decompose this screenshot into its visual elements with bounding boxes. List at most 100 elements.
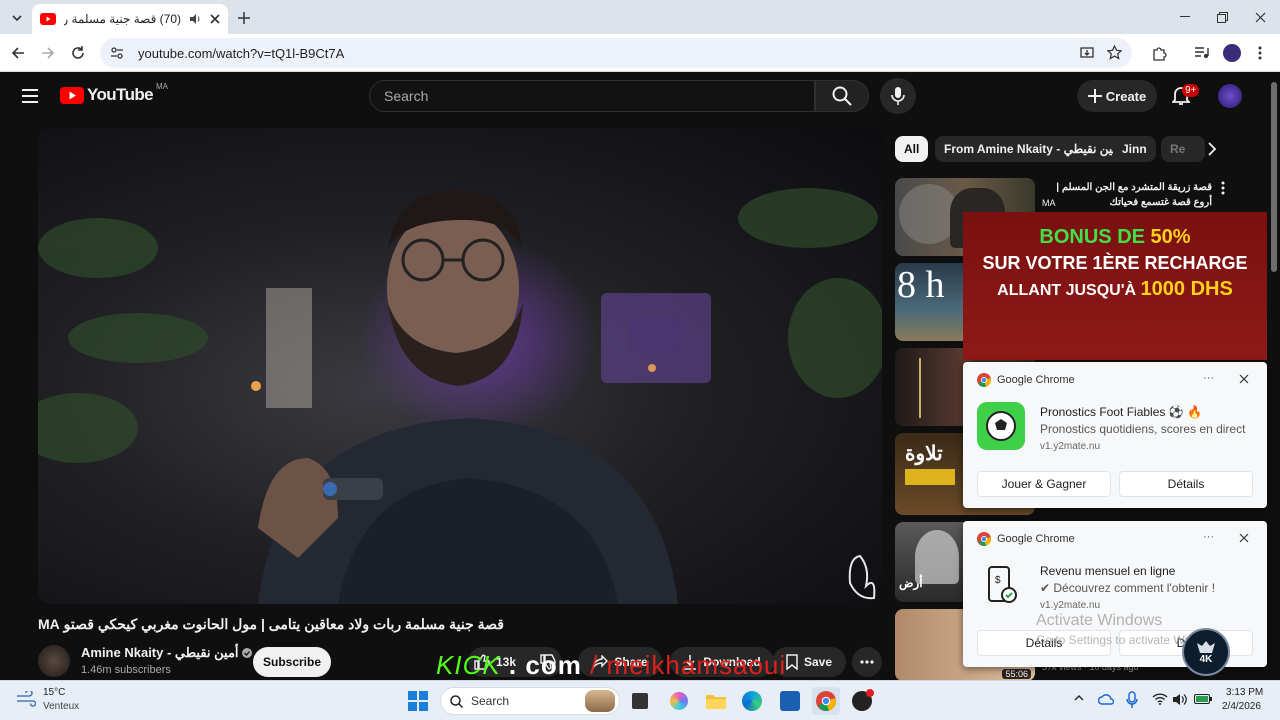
windows-start-icon[interactable] (408, 691, 428, 711)
account-avatar[interactable] (1218, 84, 1242, 108)
chrome-taskbar-button[interactable] (812, 687, 840, 715)
filter-chips: All From Amine Nkaity - أمين نقيطي Jinn … (895, 136, 1235, 164)
bookmark-icon (786, 654, 798, 670)
hamburger-menu-icon[interactable] (20, 86, 40, 106)
verified-icon (242, 648, 253, 658)
address-toolbar: youtube.com/watch?v=tQ1l-B9Ct7A (0, 34, 1280, 72)
browser-tab-strip: (70) قصة جنية مسلمة ربات (0, 0, 1280, 34)
microphone-tray-icon[interactable] (1126, 691, 1138, 709)
channel-avatar[interactable] (38, 645, 70, 677)
tab-title: (70) قصة جنية مسلمة ربات (64, 12, 181, 26)
maximize-icon[interactable] (1213, 8, 1231, 26)
back-arrow-icon[interactable] (8, 43, 28, 63)
close-tab-icon[interactable] (210, 14, 220, 24)
battery-icon[interactable] (1194, 694, 1212, 704)
volume-icon[interactable] (1172, 693, 1188, 706)
media-control-icon[interactable] (1192, 43, 1212, 63)
audio-playing-icon[interactable] (189, 13, 202, 25)
video-frame (38, 188, 882, 604)
browser-tab[interactable]: (70) قصة جنية مسلمة ربات (32, 4, 228, 34)
minimize-icon[interactable] (1176, 8, 1194, 26)
ad-line-3: ALLANT JUSQU'À 1000 DHS (963, 278, 1267, 301)
tab-search-chevron-icon[interactable] (6, 8, 28, 28)
weather-condition[interactable]: Venteux (43, 701, 79, 712)
notification-title: Revenu mensuel en ligne (1040, 564, 1176, 578)
subscribe-button[interactable]: Subscribe (253, 647, 331, 677)
more-actions-button[interactable] (852, 647, 882, 677)
scrollbar-thumb[interactable] (1271, 82, 1277, 272)
youtube-wordmark: YouTube (87, 85, 154, 104)
show-hidden-icons-chevron-icon[interactable] (1074, 695, 1084, 701)
taskbar-search-input[interactable]: Search (440, 687, 620, 715)
save-label: Save (803, 655, 833, 669)
search-button[interactable] (815, 80, 869, 112)
microphone-icon (891, 86, 905, 106)
wifi-icon[interactable] (1152, 693, 1168, 705)
related-video-title[interactable]: قصة زريقة المتشرد مع الجن المسلم | أروع … (1042, 180, 1212, 210)
store-icon[interactable] (780, 691, 800, 711)
chevron-right-icon[interactable] (1199, 136, 1225, 162)
omnibox[interactable]: youtube.com/watch?v=tQ1l-B9Ct7A (100, 38, 1132, 68)
chip-all[interactable]: All (895, 136, 929, 162)
extensions-icon[interactable] (1149, 43, 1169, 63)
ad-line-1: BONUS DE 50% (963, 226, 1267, 249)
app-notification-dot (866, 689, 874, 697)
clock-time[interactable]: 3:13 PM (1226, 687, 1263, 698)
reload-icon[interactable] (68, 43, 88, 63)
network-cloud-icon[interactable] (1098, 692, 1114, 706)
notification-close-icon[interactable] (1239, 533, 1249, 543)
region-code: MA (156, 81, 168, 91)
ad-line-1-text: BONUS DE (1039, 226, 1151, 248)
kick-dot-text: . com (508, 650, 582, 680)
more-horizontal-icon (860, 660, 874, 664)
related-thumb-text: 8 h (897, 264, 945, 306)
new-tab-icon[interactable] (234, 8, 254, 28)
ad-amount: 1000 DHS (1140, 278, 1233, 300)
notification-more-icon[interactable]: ··· (1203, 531, 1214, 543)
notification-source: v1.y2mate.nu (1040, 441, 1101, 452)
copilot-icon[interactable] (670, 692, 688, 710)
soccer-ball-icon (977, 402, 1025, 450)
site-info-icon[interactable] (110, 46, 124, 60)
ad-line-3-text: ALLANT JUSQU'À (997, 282, 1141, 299)
notification-app-name: Google Chrome (997, 374, 1075, 386)
voice-search-button[interactable] (880, 78, 916, 114)
forward-arrow-icon[interactable] (38, 43, 58, 63)
activate-windows-title: Activate Windows (1036, 612, 1163, 629)
search-input[interactable]: Search (369, 80, 815, 112)
chrome-menu-icon[interactable] (1252, 43, 1268, 63)
related-more-icon[interactable] (1216, 180, 1230, 196)
edge-browser-icon[interactable] (742, 691, 762, 711)
search-placeholder: Search (384, 88, 429, 104)
bookmark-star-icon[interactable] (1107, 45, 1122, 60)
page-scrollbar[interactable] (1268, 72, 1280, 680)
file-explorer-icon[interactable] (706, 693, 726, 709)
weather-temperature[interactable]: 15°C (43, 687, 65, 698)
notification-close-icon[interactable] (1239, 374, 1249, 384)
chip-from-channel[interactable]: From Amine Nkaity - أمين نقيطي (935, 136, 1132, 162)
channel-name[interactable]: Amine Nkaity - أمين نقيطي (81, 645, 253, 661)
task-view-icon[interactable] (632, 693, 648, 709)
notification-action-details[interactable]: Détails (1119, 471, 1253, 497)
video-player[interactable] (38, 128, 882, 604)
close-window-icon[interactable] (1251, 8, 1269, 26)
notification-more-icon[interactable]: ··· (1203, 372, 1214, 384)
youtube-logo[interactable]: YouTube MA (60, 81, 168, 105)
kick-overlay: KICK . com / meikhamsaoui (436, 650, 786, 681)
kick-text: KICK (436, 650, 501, 680)
url-text[interactable]: youtube.com/watch?v=tQ1l-B9Ct7A (138, 46, 344, 61)
search-icon (832, 86, 852, 106)
channel-name-text: Amine Nkaity - أمين نقيطي (81, 645, 239, 660)
notification-app-name: Google Chrome (997, 533, 1075, 545)
chrome-notification[interactable]: Google Chrome ··· Pronostics Foot Fiable… (963, 362, 1267, 508)
install-app-icon[interactable] (1080, 46, 1094, 60)
related-badge: MA (1042, 198, 1056, 208)
clock-date[interactable]: 2/4/2026 (1222, 701, 1261, 712)
create-button[interactable]: Create (1077, 80, 1157, 112)
youtube-favicon-icon (40, 13, 56, 25)
notification-action-play[interactable]: Jouer & Gagner (977, 471, 1111, 497)
profile-avatar[interactable] (1223, 44, 1241, 62)
chip-jinn[interactable]: Jinn (1113, 136, 1156, 162)
chrome-logo-icon (977, 373, 991, 387)
ad-banner[interactable]: BONUS DE 50% SUR VOTRE 1ÈRE RECHARGE ALL… (963, 212, 1267, 360)
